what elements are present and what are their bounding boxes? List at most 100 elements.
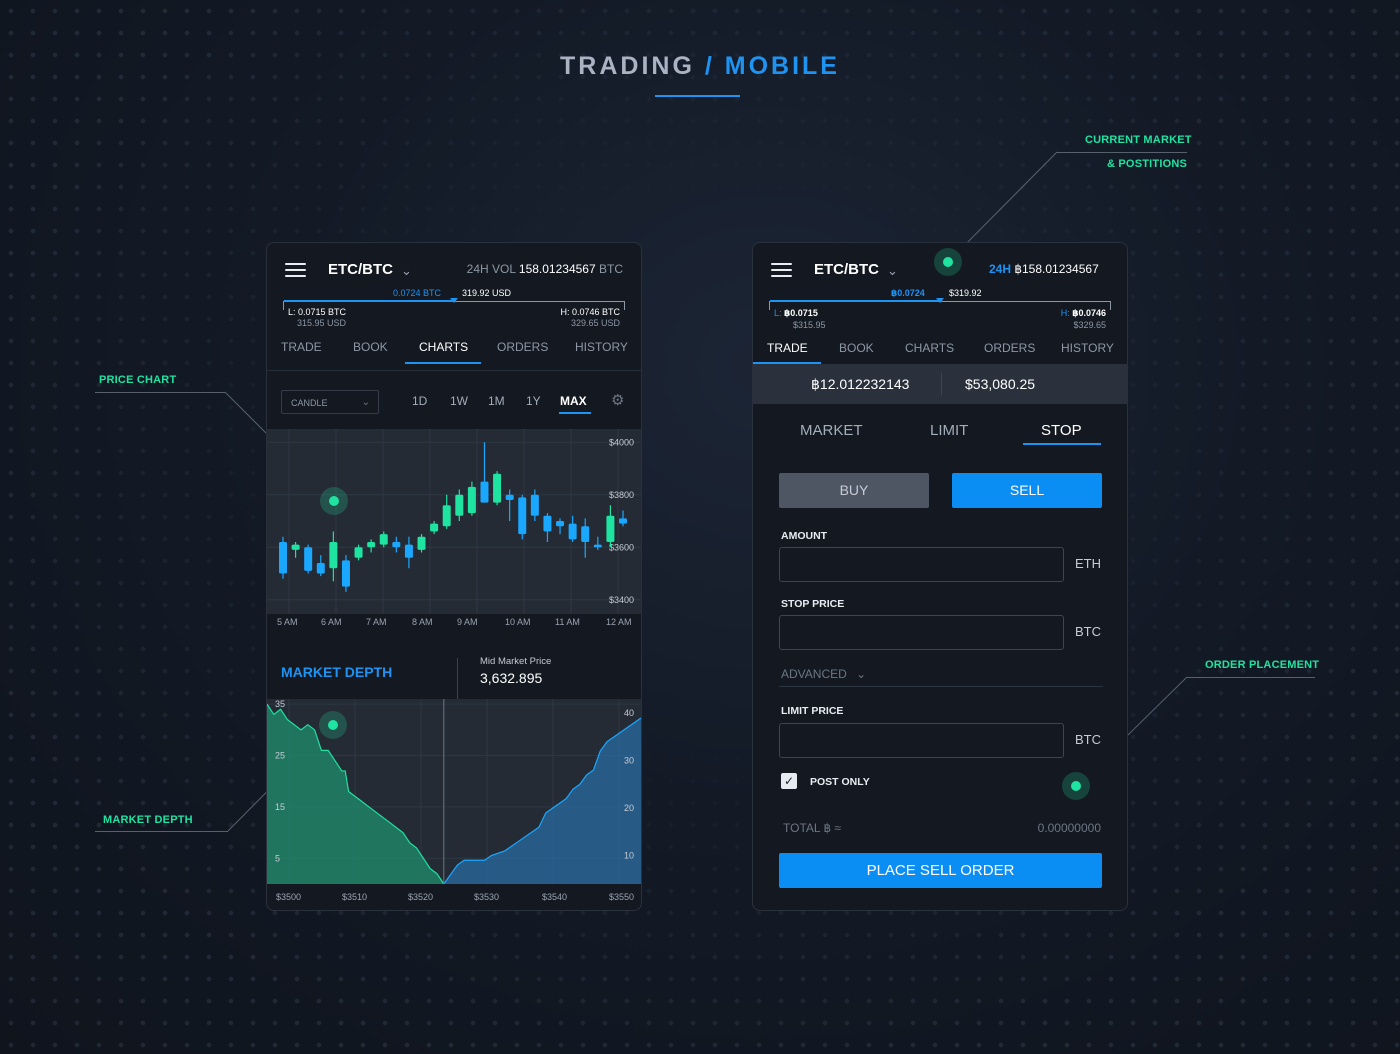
phone-charts-screen: ETC/BTC ⌄ 24H VOL 158.01234567 BTC 0.072… (266, 242, 642, 911)
x-tick-label: $3510 (342, 892, 368, 902)
header-volume: 24H VOL 158.01234567 BTC (467, 262, 623, 276)
chevron-down-icon[interactable]: ⌄ (401, 263, 412, 279)
chevron-down-icon: ⌄ (856, 667, 867, 681)
range-high-label: H: (1060, 308, 1070, 318)
range-marker (450, 298, 458, 303)
range-low-label: L: (774, 308, 782, 318)
range-high-usd: 329.65 USD (570, 318, 620, 328)
right-y-tick-label: 20 (624, 803, 634, 813)
x-tick-label: 12 AM (606, 617, 632, 627)
header-volume: 24H ฿158.01234567 (989, 262, 1099, 276)
asks-area (443, 717, 641, 884)
chevron-down-icon[interactable]: ⌄ (887, 263, 898, 279)
range-1y[interactable]: 1Y (526, 394, 541, 408)
candle-body (379, 534, 388, 545)
order-type-market[interactable]: MARKET (800, 422, 863, 439)
candle-body (279, 542, 287, 574)
candle-body (442, 505, 451, 527)
range-high: H: 0.0746 BTC 329.65 USD (560, 307, 620, 329)
chevron-down-icon: ⌄ (361, 397, 370, 408)
active-range-indicator (559, 412, 591, 414)
tab-book[interactable]: BOOK (839, 341, 874, 355)
range-1m[interactable]: 1M (488, 394, 505, 408)
tab-history[interactable]: HISTORY (1061, 341, 1114, 355)
pair-selector[interactable]: ETC/BTC (328, 261, 393, 278)
range-high-btc: ฿0.0746 (1072, 308, 1106, 318)
order-type-limit[interactable]: LIMIT (930, 422, 968, 439)
x-tick-label: 9 AM (457, 617, 478, 627)
annotation-market-depth-line (95, 831, 228, 832)
left-y-tick-label: 15 (275, 802, 285, 812)
candle-body (593, 544, 602, 548)
candle-body (341, 560, 350, 587)
post-only-checkbox[interactable]: ✓ (781, 773, 797, 789)
amount-input[interactable] (779, 547, 1064, 582)
vol-value: 158.01234567 (518, 262, 596, 276)
range-current-usd: $319.92 (949, 288, 982, 298)
tab-bar: TRADE BOOK CHARTS ORDERS HISTORY (267, 340, 641, 371)
tab-orders[interactable]: ORDERS (497, 340, 548, 354)
candle-body (493, 473, 502, 503)
place-sell-order-button[interactable]: PLACE SELL ORDER (779, 853, 1102, 888)
x-tick-label: $3550 (609, 892, 635, 902)
buy-button[interactable]: BUY (779, 473, 929, 508)
range-marker (936, 298, 944, 303)
annotation-current-market-line (1057, 152, 1187, 153)
order-type-indicator (1023, 443, 1101, 445)
tab-trade[interactable]: TRADE (281, 340, 322, 354)
gear-icon[interactable]: ⚙ (611, 391, 624, 409)
chart-type-select[interactable]: CANDLE ⌄ (281, 390, 379, 414)
tab-trade[interactable]: TRADE (767, 341, 808, 355)
candle-body (480, 481, 489, 503)
candle-body (606, 515, 615, 542)
range-max[interactable]: MAX (560, 394, 587, 408)
limit-price-label: LIMIT PRICE (781, 705, 844, 717)
range-high-usd: $329.65 (1073, 320, 1106, 330)
candle-body (417, 536, 426, 550)
candle-body (367, 542, 376, 548)
candle-body (619, 518, 627, 524)
y-tick-label: $3800 (609, 490, 634, 500)
title-underline (655, 95, 740, 97)
x-tick-label: 8 AM (412, 617, 433, 627)
candle-body (581, 526, 590, 542)
range-1w[interactable]: 1W (450, 394, 468, 408)
market-depth-title: MARKET DEPTH (281, 664, 393, 680)
tab-charts[interactable]: CHARTS (905, 341, 954, 355)
left-y-tick-label: 25 (275, 751, 285, 761)
right-y-tick-label: 10 (624, 851, 634, 861)
order-type-stop[interactable]: STOP (1041, 422, 1082, 439)
annotation-order-placement-line (1187, 677, 1315, 678)
tab-history[interactable]: HISTORY (575, 340, 628, 354)
candle-body (392, 542, 401, 548)
candle-body (518, 497, 527, 535)
candle-body (455, 494, 464, 516)
annotation-price-chart-line (95, 392, 225, 393)
page-title: TRADING / MOBILE (0, 52, 1400, 81)
candle-body (568, 523, 577, 540)
limit-price-input[interactable] (779, 723, 1064, 758)
vol-label: 24H VOL (466, 262, 516, 276)
background-dot-pattern (0, 0, 1400, 1054)
title-mobile: MOBILE (724, 52, 840, 80)
tab-book[interactable]: BOOK (353, 340, 388, 354)
advanced-toggle[interactable]: ADVANCED ⌄ (781, 667, 866, 681)
tab-charts[interactable]: CHARTS (419, 340, 468, 354)
title-separator: / (704, 52, 715, 80)
pair-selector[interactable]: ETC/BTC (814, 261, 879, 278)
range-1d[interactable]: 1D (412, 394, 427, 408)
left-y-tick-label: 35 (275, 699, 285, 709)
candle-body (556, 521, 565, 527)
sell-button[interactable]: SELL (952, 473, 1102, 508)
y-tick-label: $4000 (609, 437, 634, 447)
tab-orders[interactable]: ORDERS (984, 341, 1035, 355)
range-low-usd: 315.95 USD (297, 318, 347, 328)
annotation-price-chart: PRICE CHART (99, 374, 177, 386)
candle-body (530, 494, 539, 516)
stop-price-input[interactable] (779, 615, 1064, 650)
hamburger-icon[interactable] (285, 263, 306, 277)
hamburger-icon[interactable] (771, 263, 792, 277)
price-chart[interactable]: $4000 $3800 $3600 $3400 (267, 429, 641, 614)
current-market-hotspot (934, 248, 962, 276)
stop-price-label: STOP PRICE (781, 598, 845, 610)
